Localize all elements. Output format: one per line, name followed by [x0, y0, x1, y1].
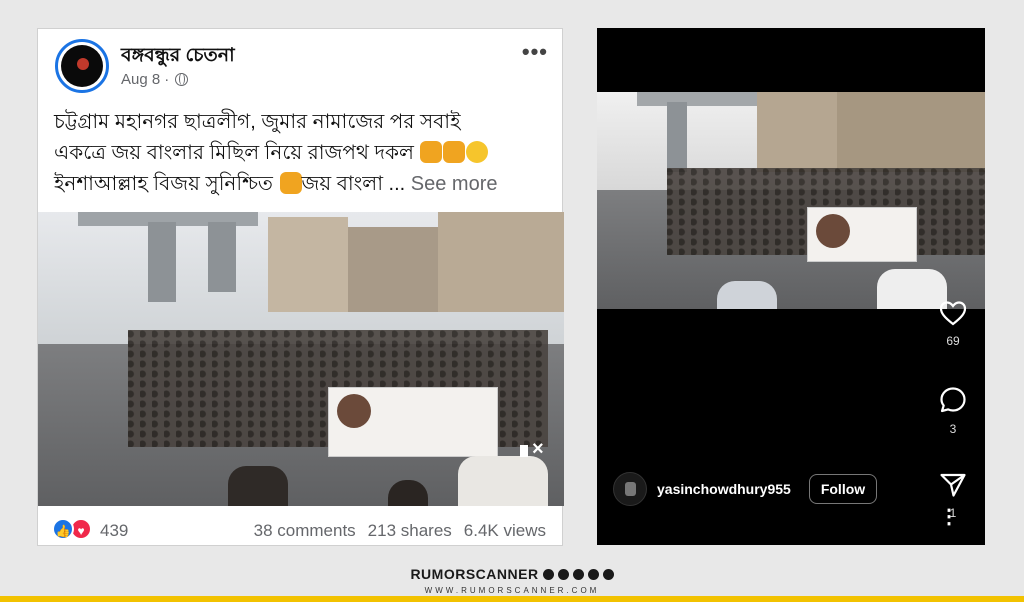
facebook-post-card: বঙ্গবন্ধুর চেতনা Aug 8 · ••• চট্টগ্রাম ম…	[37, 28, 564, 547]
likes-count: 69	[946, 334, 960, 348]
muted-speaker-icon[interactable]	[518, 438, 544, 462]
reaction-count[interactable]: 439	[100, 521, 128, 541]
see-more-link[interactable]: See more	[411, 173, 498, 195]
reel-video[interactable]	[597, 92, 985, 309]
post-text-line: ইনশাআল্লাহ বিজয় সুনিশ্চিত জয় বাংলা ...…	[54, 172, 498, 195]
raised-fist-emoji-icon	[279, 172, 302, 194]
facebook-icon	[542, 568, 554, 580]
user-avatar[interactable]	[613, 472, 647, 506]
post-header: বঙ্গবন্ধুর চেতনা Aug 8 · •••	[38, 29, 562, 95]
instagram-reel-card: 69 3 1 yasinchowdhury955 Follow ⋮	[597, 28, 985, 545]
date-separator: ·	[164, 71, 170, 88]
follow-button[interactable]: Follow	[808, 474, 878, 504]
post-text-line: চট্টগ্রাম মহানগর ছাত্রলীগ, জুমার নামাজের…	[54, 111, 461, 133]
accent-bar	[0, 596, 1024, 602]
globe-icon	[175, 73, 189, 86]
instagram-icon	[587, 568, 599, 580]
comments-count: 3	[949, 422, 957, 436]
relieved-face-emoji-icon	[466, 141, 489, 163]
post-stats: 👍 ♥ 439 38 comments 213 shares 6.4K view…	[38, 515, 562, 547]
post-video[interactable]	[38, 212, 564, 506]
send-icon[interactable]	[939, 472, 967, 498]
like-reaction-icon: 👍	[52, 518, 74, 540]
views-count: 6.4K views	[463, 521, 546, 540]
comments-count[interactable]: 38 comments	[254, 521, 356, 541]
brand-url: WWW.RUMORSCANNER.COM	[424, 586, 600, 595]
more-options-icon[interactable]: •••	[522, 39, 548, 65]
twitter-icon	[557, 568, 569, 580]
page-avatar[interactable]	[55, 39, 109, 93]
comment-bubble-icon[interactable]	[939, 386, 967, 414]
reel-author: yasinchowdhury955 Follow	[613, 472, 878, 506]
post-date-text[interactable]: Aug 8	[121, 71, 160, 88]
youtube-icon	[572, 568, 584, 580]
post-text: চট্টগ্রাম মহানগর ছাত্রলীগ, জুমার নামাজের…	[54, 107, 554, 200]
telegram-icon	[602, 568, 614, 580]
username[interactable]: yasinchowdhury955	[657, 481, 791, 497]
raised-fist-emoji-icon	[420, 141, 443, 163]
comment-action[interactable]: 3	[935, 386, 971, 472]
brand-footer: RUMORSCANNER WWW.RUMORSCANNER.COM	[0, 566, 1024, 595]
shares-count[interactable]: 213 shares	[368, 521, 452, 541]
more-vertical-icon[interactable]: ⋮	[939, 507, 959, 527]
page-name[interactable]: বঙ্গবন্ধুর চেতনা	[121, 41, 235, 73]
heart-icon[interactable]	[939, 300, 967, 326]
raised-fist-emoji-icon	[443, 141, 466, 163]
like-action[interactable]: 69	[935, 300, 971, 386]
brand-logo: RUMORSCANNER	[410, 566, 614, 582]
post-text-line: একত্রে জয় বাংলার মিছিল নিয়ে রাজপথ দকল	[54, 138, 554, 169]
post-date[interactable]: Aug 8 ·	[121, 71, 189, 88]
